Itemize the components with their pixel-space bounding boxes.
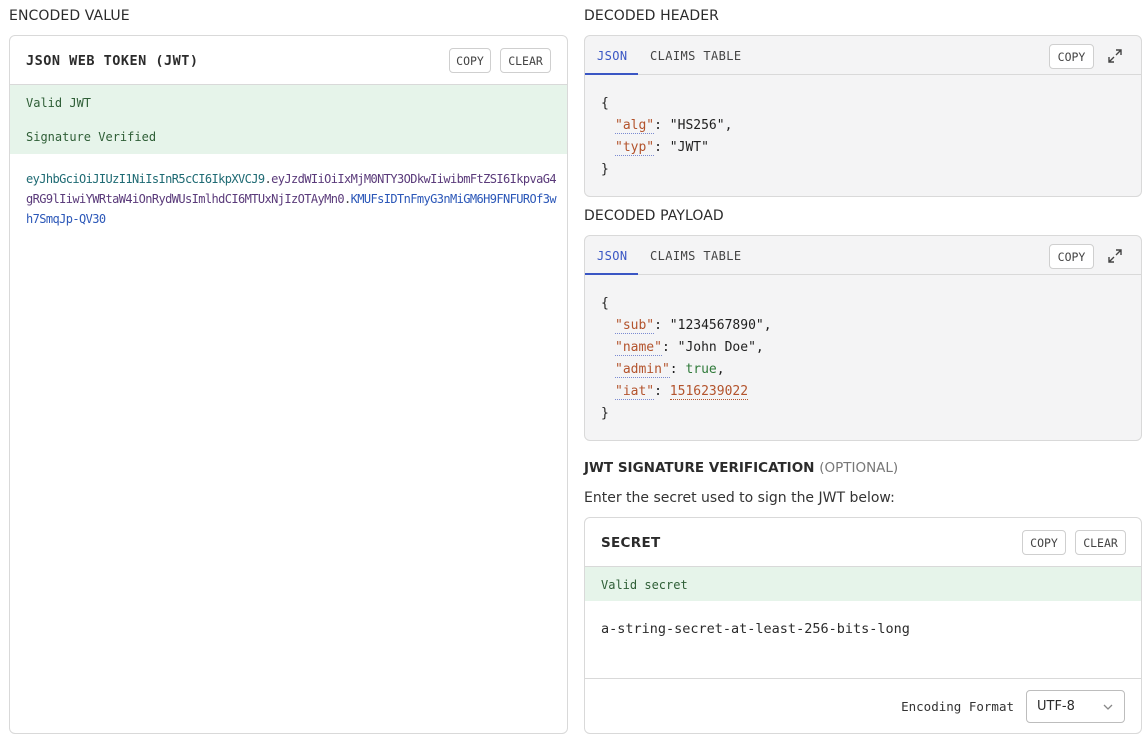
json-value: "John Doe": [677, 340, 756, 355]
json-trail: ,: [755, 340, 764, 355]
secret-panel-header: SECRET COPY CLEAR: [585, 518, 1141, 567]
payload-json-code: { "sub": "1234567890", "name": "John Doe…: [601, 293, 772, 425]
json-line-name: "name": "John Doe",: [601, 337, 772, 359]
token-header-part: eyJhbGciOiJIUzI1NiIsInR5cCI6IkpXVCJ9: [26, 172, 265, 186]
encoded-value-title: ENCODED VALUE: [9, 8, 130, 24]
clear-token-button[interactable]: CLEAR: [500, 48, 551, 73]
json-value: "JWT": [669, 140, 709, 155]
json-value: "HS256": [669, 118, 725, 133]
secret-footer: Encoding Format UTF-8: [585, 678, 1141, 733]
json-key: "name": [615, 340, 662, 356]
decoded-payload-panel: JSON CLAIMS TABLE COPY { "sub": "1234567…: [584, 235, 1142, 441]
active-tab-indicator: [585, 273, 638, 275]
json-trail: ,: [724, 118, 733, 133]
active-tab-indicator: [585, 73, 638, 75]
signature-description: Enter the secret used to sign the JWT be…: [584, 490, 895, 506]
open-brace: {: [601, 96, 609, 111]
json-value: true: [685, 362, 717, 377]
json-line-iat: "iat": 1516239022: [601, 381, 772, 403]
json-sep: :: [654, 140, 670, 155]
valid-jwt-status: Valid JWT: [26, 96, 92, 110]
signature-verified-status: Signature Verified: [26, 130, 157, 144]
json-line-sub: "sub": "1234567890",: [601, 315, 772, 337]
token-dot-2: .: [343, 192, 351, 206]
expand-diagonal-icon[interactable]: [1106, 47, 1124, 65]
json-sep: :: [661, 340, 678, 355]
secret-panel: SECRET COPY CLEAR Valid secret a-string-…: [584, 517, 1142, 734]
json-sep: :: [654, 384, 670, 399]
tab-payload-claims-table[interactable]: CLAIMS TABLE: [650, 249, 742, 263]
valid-secret-status: Valid secret: [601, 578, 688, 592]
jwt-token-input[interactable]: eyJhbGciOiJIUzI1NiIsInR5cCI6IkpXVCJ9.eyJ…: [26, 169, 557, 229]
header-tabs: JSON CLAIMS TABLE COPY: [585, 36, 1141, 75]
clear-secret-button[interactable]: CLEAR: [1075, 530, 1126, 555]
json-sep: :: [669, 362, 686, 377]
copy-payload-button[interactable]: COPY: [1049, 244, 1094, 269]
json-line-admin: "admin": true,: [601, 359, 772, 381]
expand-diagonal-icon[interactable]: [1106, 247, 1124, 265]
encoding-format-value: UTF-8: [1037, 699, 1075, 714]
payload-tabs: JSON CLAIMS TABLE COPY: [585, 236, 1141, 275]
json-value[interactable]: 1516239022: [669, 384, 749, 400]
close-brace: }: [601, 406, 609, 421]
encoding-format-select[interactable]: UTF-8: [1026, 690, 1125, 723]
json-line-alg: "alg": "HS256",: [601, 115, 732, 137]
secret-status-banner: Valid secret: [585, 567, 1141, 601]
encoded-panel-header: JSON WEB TOKEN (JWT) COPY CLEAR: [10, 36, 567, 85]
header-json-code: { "alg": "HS256", "typ": "JWT" }: [601, 93, 732, 181]
chevron-down-icon: [1103, 704, 1113, 710]
encoded-token-panel: JSON WEB TOKEN (JWT) COPY CLEAR Valid JW…: [9, 35, 568, 734]
encoding-format-label: Encoding Format: [901, 699, 1014, 714]
tab-payload-json[interactable]: JSON: [597, 249, 628, 263]
json-key: "sub": [615, 318, 655, 334]
secret-panel-title: SECRET: [601, 535, 661, 551]
copy-secret-button[interactable]: COPY: [1022, 530, 1066, 555]
json-key: "iat": [615, 384, 655, 400]
jwt-status-banner: Valid JWT Signature Verified: [10, 85, 567, 154]
tab-header-json[interactable]: JSON: [597, 49, 628, 63]
json-value: "1234567890": [669, 318, 764, 333]
json-sep: :: [654, 318, 670, 333]
json-line-typ: "typ": "JWT": [601, 137, 732, 159]
copy-token-button[interactable]: COPY: [449, 48, 491, 73]
copy-header-button[interactable]: COPY: [1049, 44, 1094, 69]
tab-header-claims-table[interactable]: CLAIMS TABLE: [650, 49, 742, 63]
decoded-header-panel: JSON CLAIMS TABLE COPY { "alg": "HS256",…: [584, 35, 1142, 197]
json-trail: ,: [763, 318, 772, 333]
jwt-panel-title: JSON WEB TOKEN (JWT): [26, 53, 199, 69]
json-key: "typ": [615, 140, 655, 156]
secret-input[interactable]: a-string-secret-at-least-256-bits-long: [601, 621, 1121, 637]
json-key: "admin": [615, 362, 670, 378]
optional-label: (OPTIONAL): [819, 460, 899, 476]
decoded-header-title: DECODED HEADER: [584, 8, 719, 24]
json-trail: ,: [716, 362, 725, 377]
signature-verification-title: JWT SIGNATURE VERIFICATION (OPTIONAL): [584, 460, 898, 476]
close-brace: }: [601, 162, 609, 177]
json-sep: :: [654, 118, 670, 133]
json-key: "alg": [615, 118, 655, 134]
signature-title-text: JWT SIGNATURE VERIFICATION: [584, 460, 815, 476]
decoded-payload-title: DECODED PAYLOAD: [584, 208, 724, 224]
open-brace: {: [601, 296, 609, 311]
